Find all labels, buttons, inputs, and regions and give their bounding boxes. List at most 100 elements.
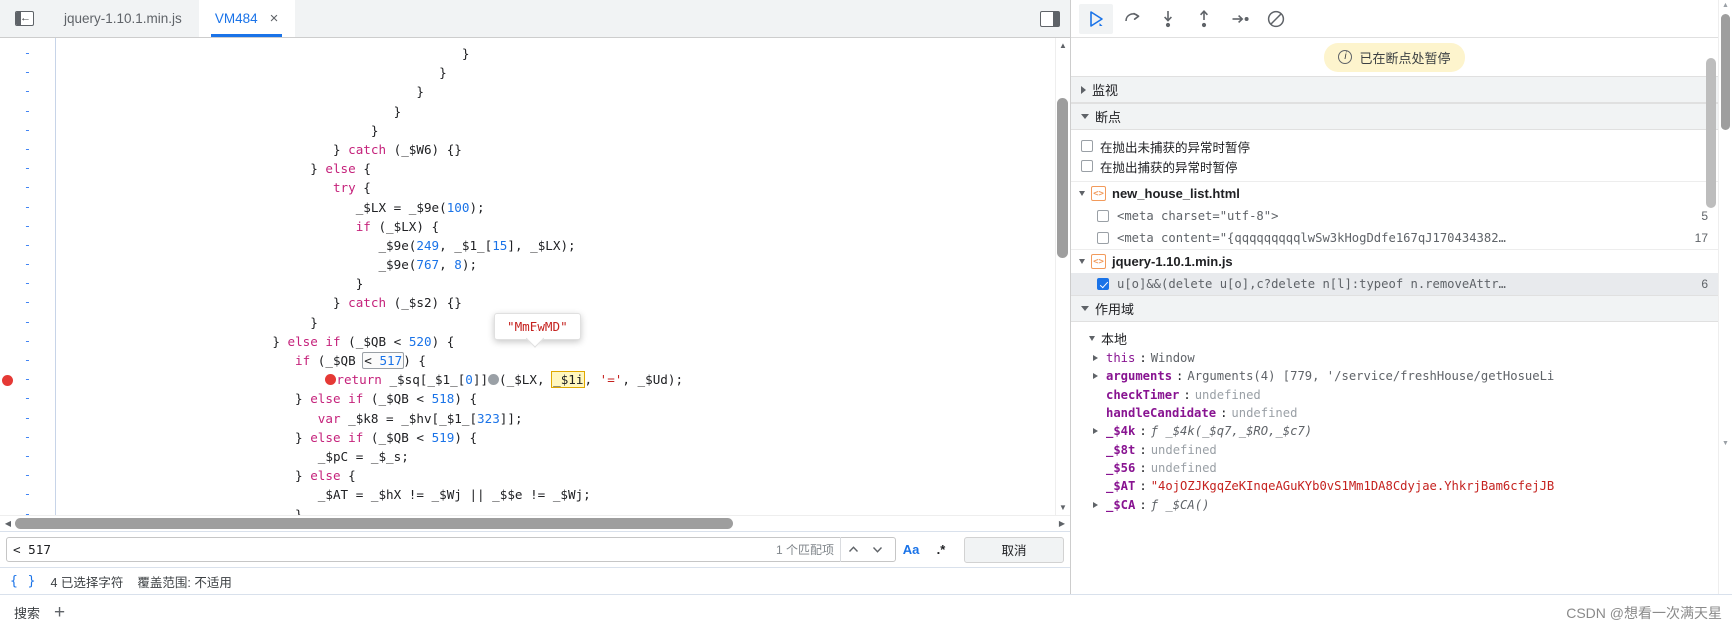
scope-variable-row[interactable]: arguments: Arguments(4) [779, '/service/… bbox=[1071, 367, 1718, 385]
checkbox[interactable] bbox=[1081, 140, 1093, 152]
line-number[interactable]: - bbox=[0, 485, 55, 504]
line-number[interactable]: - bbox=[0, 82, 55, 101]
step-out-of-current-function-button[interactable] bbox=[1187, 4, 1221, 34]
line-number[interactable]: - bbox=[0, 505, 55, 516]
code-line[interactable]: } else if (_$QB < 519) { bbox=[56, 428, 1070, 447]
scrollbar-thumb[interactable] bbox=[1057, 98, 1068, 258]
scope-group-local[interactable]: 本地 bbox=[1071, 327, 1718, 349]
code-line[interactable]: var _$k8 = _$hv[_$1_[323]]; bbox=[56, 409, 1070, 428]
code-line[interactable]: _$pC = _$_s; bbox=[56, 447, 1070, 466]
line-number[interactable]: - bbox=[0, 428, 55, 447]
chevron-right-icon[interactable] bbox=[1093, 355, 1102, 362]
match-case-button[interactable]: Aa bbox=[896, 542, 926, 557]
code-line[interactable]: _$9e(767, 8); bbox=[56, 255, 1070, 274]
chevron-up-icon[interactable] bbox=[841, 537, 865, 562]
scope-variable-row[interactable]: _$CA: ƒ _$CA() bbox=[1071, 495, 1718, 513]
code-line[interactable]: } else { bbox=[56, 466, 1070, 485]
code-line[interactable]: return _$sq[_$1_[0]] (_$LX, _$1i, '=', _$… bbox=[56, 370, 1070, 389]
line-number[interactable]: - bbox=[0, 198, 55, 217]
code-line[interactable]: try { bbox=[56, 178, 1070, 197]
line-number[interactable]: - bbox=[0, 409, 55, 428]
code-content[interactable]: } } } } }} catch (_$W6) {}} else {try… bbox=[56, 38, 1070, 515]
scope-variable-row[interactable]: _$56: undefined bbox=[1071, 459, 1718, 477]
line-number[interactable]: - bbox=[0, 236, 55, 255]
line-number[interactable]: - bbox=[0, 121, 55, 140]
hscroll-track[interactable] bbox=[15, 518, 1055, 529]
code-line[interactable]: } catch (_$W6) {} bbox=[56, 140, 1070, 159]
selected-text[interactable]: < 517 bbox=[362, 352, 405, 369]
chevron-right-icon[interactable] bbox=[1093, 501, 1102, 508]
scroll-down-icon[interactable]: ▼ bbox=[1722, 440, 1729, 447]
breakpoint-dot-icon[interactable] bbox=[325, 374, 337, 386]
code-line[interactable]: _$AT = _$hX != _$Wj || _$$e != _$Wj; bbox=[56, 485, 1070, 504]
line-number[interactable]: - bbox=[0, 159, 55, 178]
code-line[interactable]: } catch (_$s2) {} bbox=[56, 293, 1070, 312]
code-line[interactable]: } bbox=[56, 44, 1070, 63]
chevron-down-icon[interactable] bbox=[865, 537, 889, 562]
code-line[interactable]: _$9e(249, _$1_[15], _$LX); bbox=[56, 236, 1070, 255]
tab-vm484[interactable]: VM484 × bbox=[198, 0, 296, 37]
scroll-down-icon[interactable]: ▼ bbox=[1056, 500, 1070, 515]
outer-vertical-scrollbar[interactable]: ▲ ▼ bbox=[1718, 0, 1732, 594]
chevron-right-icon[interactable] bbox=[1093, 373, 1102, 380]
scope-variable-row[interactable]: handleCandidate: undefined bbox=[1071, 404, 1718, 422]
add-tab-icon[interactable]: + bbox=[54, 603, 65, 622]
highlighted-token[interactable]: _$1i bbox=[551, 371, 586, 389]
logpoint-dot-icon[interactable] bbox=[488, 374, 500, 386]
show-navigator-button[interactable]: ← bbox=[0, 0, 48, 37]
line-number[interactable]: - bbox=[0, 370, 55, 389]
line-number[interactable]: - bbox=[0, 140, 55, 159]
code-line[interactable]: if (_$LX) { bbox=[56, 217, 1070, 236]
line-number[interactable]: - bbox=[0, 332, 55, 351]
step-button[interactable] bbox=[1223, 4, 1257, 34]
scope-variable-row[interactable]: _$4k: ƒ _$4k(_$q7,_$RO,_$c7) bbox=[1071, 422, 1718, 440]
line-number[interactable]: - bbox=[0, 217, 55, 236]
line-number-gutter[interactable]: ------------------------- bbox=[0, 38, 56, 515]
breakpoint-item[interactable]: <meta charset="utf-8"> 5 bbox=[1071, 205, 1718, 227]
breakpoint-file-header[interactable]: <> new_house_list.html bbox=[1071, 181, 1718, 205]
breakpoint-marker-icon[interactable] bbox=[2, 374, 13, 386]
code-line[interactable]: } bbox=[56, 505, 1070, 516]
step-over-next-function-call-button[interactable] bbox=[1115, 4, 1149, 34]
breakpoint-item[interactable]: u[o]&&(delete u[o],c?delete n[l]:typeof … bbox=[1071, 273, 1718, 295]
code-line[interactable]: if (_$QB < 517) { bbox=[56, 351, 1070, 370]
line-number[interactable]: - bbox=[0, 63, 55, 82]
code-vertical-scrollbar[interactable]: ▲ ▼ bbox=[1055, 38, 1070, 515]
code-editor[interactable]: ------------------------- } } }}}} ca… bbox=[0, 38, 1070, 515]
dock-panel-icon[interactable] bbox=[1040, 10, 1060, 27]
search-input[interactable]: < 517 1 个匹配项 bbox=[6, 537, 896, 562]
scope-variable-row[interactable]: _$8t: undefined bbox=[1071, 440, 1718, 458]
step-into-next-function-call-button[interactable] bbox=[1151, 4, 1185, 34]
code-line[interactable]: } bbox=[56, 121, 1070, 140]
checkbox[interactable] bbox=[1097, 232, 1109, 244]
breakpoints-section-header[interactable]: 断点 bbox=[1071, 103, 1718, 130]
scope-section-header[interactable]: 作用域 bbox=[1071, 295, 1718, 322]
line-number[interactable]: - bbox=[0, 178, 55, 197]
scope-variable-row[interactable]: this: Window bbox=[1071, 349, 1718, 367]
code-horizontal-scrollbar[interactable]: ◀ ▶ bbox=[0, 515, 1070, 531]
code-line[interactable]: } bbox=[56, 63, 1070, 82]
line-number[interactable]: - bbox=[0, 274, 55, 293]
use-regex-button[interactable]: .* bbox=[926, 542, 956, 557]
code-line[interactable]: } bbox=[56, 102, 1070, 121]
scroll-up-icon[interactable]: ▲ bbox=[1056, 38, 1070, 53]
pause-on-uncaught-exceptions-row[interactable]: 在抛出未捕获的异常时暂停 bbox=[1071, 136, 1718, 156]
watch-section-header[interactable]: 监视 bbox=[1071, 76, 1718, 103]
drawer-tab-search[interactable]: 搜索 bbox=[14, 603, 40, 622]
line-number[interactable]: - bbox=[0, 293, 55, 312]
scope-variable-row[interactable]: _$AT: "4ojOZJKgqZeKInqeAGuKYb0vS1Mm1DA8C… bbox=[1071, 477, 1718, 495]
tab-jquery-1-10-1-min-js[interactable]: jquery-1.10.1.min.js bbox=[48, 0, 199, 37]
checkbox[interactable] bbox=[1097, 210, 1109, 222]
scrollbar-thumb[interactable] bbox=[1706, 58, 1716, 208]
scrollbar-thumb[interactable] bbox=[1721, 14, 1730, 130]
code-line[interactable]: } else if (_$QB < 518) { bbox=[56, 389, 1070, 408]
breakpoint-file-header[interactable]: <> jquery-1.10.1.min.js bbox=[1071, 249, 1718, 273]
scroll-left-icon[interactable]: ◀ bbox=[1, 519, 15, 528]
debugger-vertical-scrollbar[interactable] bbox=[1704, 38, 1718, 594]
resume-script-execution-button[interactable] bbox=[1079, 3, 1113, 34]
breakpoint-item[interactable]: <meta content="{qqqqqqqqqlwSw3kHogDdfe16… bbox=[1071, 227, 1718, 249]
line-number[interactable]: - bbox=[0, 351, 55, 370]
deactivate-breakpoints-button[interactable] bbox=[1259, 4, 1293, 34]
scope-variable-row[interactable]: checkTimer: undefined bbox=[1071, 386, 1718, 404]
line-number[interactable]: - bbox=[0, 102, 55, 121]
